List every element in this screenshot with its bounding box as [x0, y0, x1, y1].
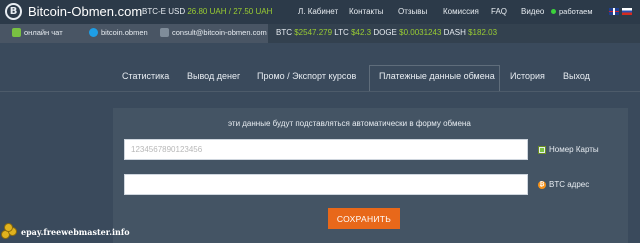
- ticker-coin: LTC: [334, 28, 349, 37]
- skype-label: bitcoin.obmen: [101, 28, 148, 37]
- tabs-divider: [0, 91, 640, 92]
- exchange-rate: BTC-E USD 26.80 UAH / 27.50 UAH: [142, 7, 272, 16]
- btc-address-input[interactable]: [124, 174, 528, 195]
- card-number-input[interactable]: [124, 139, 528, 160]
- rate-buy: 26.80: [187, 7, 208, 16]
- ticker-price: $0.0031243: [399, 28, 442, 37]
- chat-icon: [12, 28, 21, 37]
- btc-address-label: BTC адрес: [549, 180, 590, 189]
- tab-promo-export[interactable]: Промо / Экспорт курсов: [257, 71, 356, 81]
- status-dot-icon: [551, 9, 556, 14]
- email-link[interactable]: consult@bitcoin-obmen.com: [160, 28, 267, 37]
- bitcoin-logo-icon: B: [5, 3, 22, 20]
- mail-icon: [160, 28, 169, 37]
- status-text: работаем: [559, 7, 593, 16]
- rate-buy-unit: UAH: [209, 7, 227, 16]
- price-ticker: BTC $2547.279 LTC $42.3 DOGE $0.0031243 …: [276, 28, 497, 37]
- card-icon: [538, 145, 546, 154]
- skype-link[interactable]: bitcoin.obmen: [89, 28, 148, 37]
- watermark-text: epay.freewebmaster.info: [21, 227, 130, 237]
- btc-address-label-group: ₿ BTC адрес: [538, 180, 589, 189]
- nav-contacts[interactable]: Контакты: [349, 7, 384, 16]
- rate-pair: BTC-E: [142, 7, 166, 16]
- card-number-label-group: Номер Карты: [538, 145, 599, 154]
- tab-history[interactable]: История: [510, 71, 545, 81]
- nav-commission[interactable]: Комиссия: [443, 7, 479, 16]
- contact-strip: онлайн чат bitcoin.obmen consult@bitcoin…: [0, 24, 268, 43]
- nav-faq[interactable]: FAQ: [491, 7, 507, 16]
- top-bar: B Bitcoin-Obmen.com BTC-E USD 26.80 UAH …: [0, 0, 640, 24]
- coins-icon: [1, 223, 19, 241]
- ticker-coin: BTC: [276, 28, 292, 37]
- ticker-coin: DOGE: [373, 28, 397, 37]
- rate-separator: /: [228, 7, 231, 16]
- tab-payment-data[interactable]: Платежные данные обмена: [379, 71, 495, 81]
- card-number-label: Номер Карты: [549, 145, 599, 154]
- online-status: работаем: [551, 7, 593, 16]
- rate-sell-unit: UAH: [255, 7, 273, 16]
- nav-cabinet[interactable]: Л. Кабинет: [298, 7, 338, 16]
- online-chat-link[interactable]: онлайн чат: [12, 28, 63, 37]
- email-label: consult@bitcoin-obmen.com: [172, 28, 267, 37]
- english-flag-icon[interactable]: [609, 8, 619, 15]
- ticker-price: $2547.279: [294, 28, 333, 37]
- online-chat-label: онлайн чат: [24, 28, 63, 37]
- rate-sell: 27.50: [233, 7, 254, 16]
- contacts-bar: онлайн чат bitcoin.obmen consult@bitcoin…: [0, 24, 640, 43]
- russian-flag-icon[interactable]: [622, 8, 632, 15]
- watermark: epay.freewebmaster.info: [1, 223, 130, 241]
- site-name: Bitcoin-Obmen.com: [28, 4, 143, 19]
- ticker-price: $182.03: [468, 28, 498, 37]
- nav-video[interactable]: Видео: [521, 7, 544, 16]
- site-logo[interactable]: B Bitcoin-Obmen.com: [5, 3, 142, 20]
- form-hint-text: эти данные будут подставляться автоматич…: [228, 119, 471, 128]
- bitcoin-icon: ₿: [538, 180, 546, 189]
- skype-icon: [89, 28, 98, 37]
- ticker-coin: DASH: [443, 28, 466, 37]
- tab-logout[interactable]: Выход: [563, 71, 590, 81]
- ticker-price: $42.3: [351, 28, 372, 37]
- save-button[interactable]: СОХРАНИТЬ: [328, 208, 400, 229]
- nav-reviews[interactable]: Отзывы: [398, 7, 427, 16]
- rate-currency: USD: [168, 7, 186, 16]
- tab-statistics[interactable]: Статистика: [122, 71, 169, 81]
- tab-withdraw[interactable]: Вывод денег: [187, 71, 240, 81]
